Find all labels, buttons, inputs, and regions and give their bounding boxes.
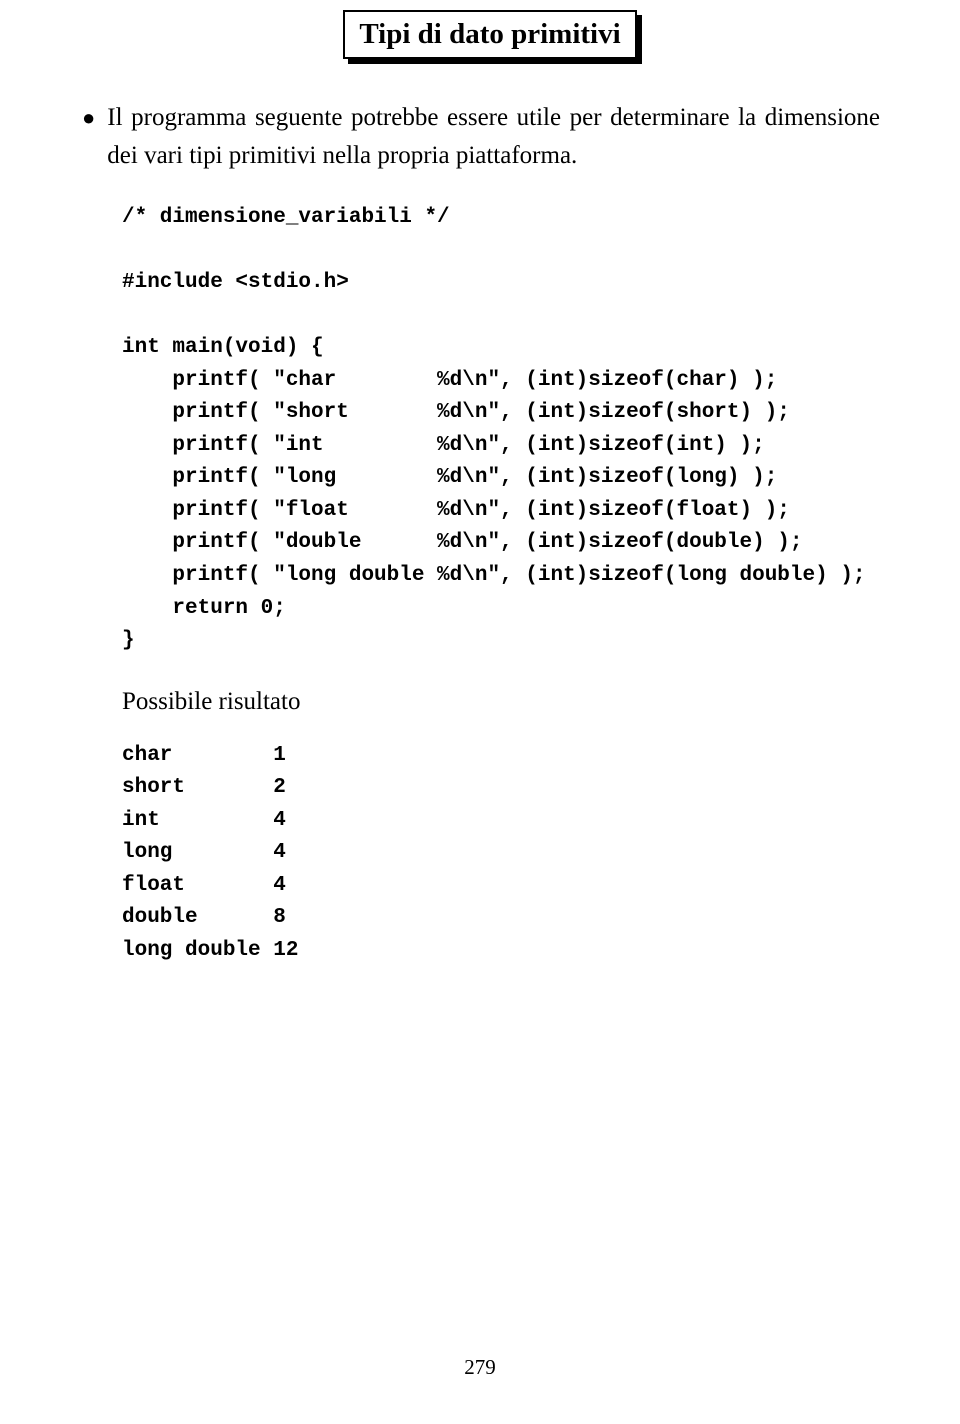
page-title: Tipi di dato primitivi	[343, 10, 636, 59]
bullet-text: Il programma seguente potrebbe essere ut…	[107, 99, 880, 174]
page-content: Tipi di dato primitivi ● Il programma se…	[0, 0, 960, 967]
title-container: Tipi di dato primitivi	[100, 10, 880, 59]
bullet-icon: ●	[82, 99, 95, 136]
bullet-paragraph: ● Il programma seguente potrebbe essere …	[100, 99, 880, 174]
page-number: 279	[0, 1355, 960, 1380]
result-output: char 1 short 2 int 4 long 4 float 4 doub…	[122, 740, 880, 968]
code-block: /* dimensione_variabili */ #include <std…	[122, 202, 880, 658]
title-shadow-wrap: Tipi di dato primitivi	[343, 10, 636, 59]
result-heading: Possibile risultato	[122, 688, 880, 716]
